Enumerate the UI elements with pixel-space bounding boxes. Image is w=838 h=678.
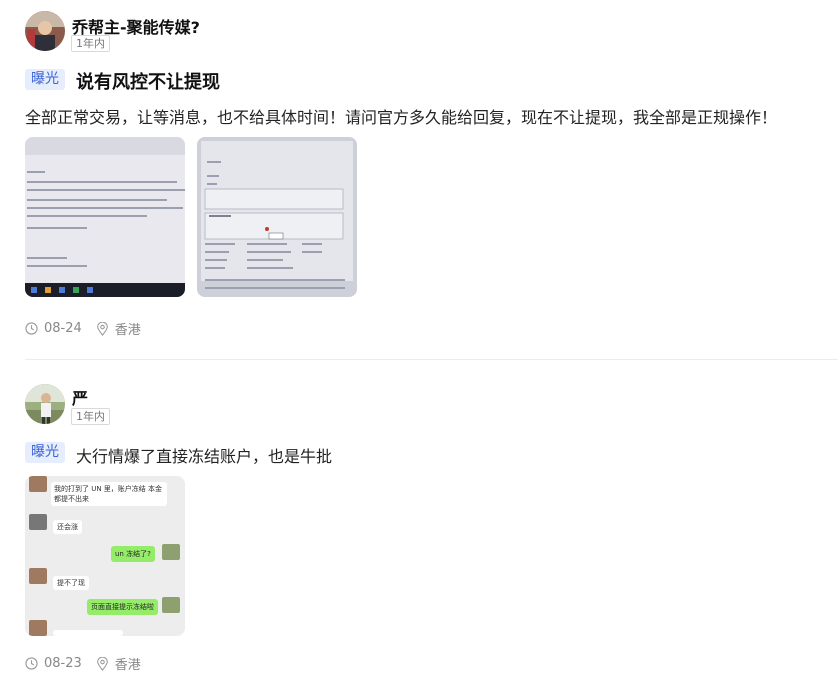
chat-bubble bbox=[53, 630, 123, 636]
clock-icon bbox=[25, 322, 38, 335]
clock-icon bbox=[25, 657, 38, 670]
location-pin-icon bbox=[96, 656, 108, 671]
category-tag[interactable]: 曝光 bbox=[25, 69, 65, 90]
time-badge: 1年内 bbox=[71, 35, 110, 52]
post-card: 乔帮主-聚能传媒? 1年内 曝光 说有风控不让提现 全部正常交易，让等消息，也不… bbox=[0, 0, 838, 360]
post-image[interactable] bbox=[197, 137, 357, 297]
post-date: 08-23 bbox=[25, 656, 82, 671]
date-text: 08-24 bbox=[44, 321, 82, 336]
time-badge: 1年内 bbox=[71, 408, 110, 425]
chat-avatar bbox=[29, 514, 47, 530]
category-tag[interactable]: 曝光 bbox=[25, 442, 65, 463]
chat-avatar bbox=[29, 476, 47, 492]
chat-bubble: 还会涨 bbox=[53, 520, 82, 534]
chat-avatar bbox=[162, 544, 180, 560]
chat-bubble: 页面直接提示冻结啦 bbox=[87, 599, 158, 615]
chat-avatar bbox=[162, 597, 180, 613]
post-meta: 08-24 香港 bbox=[25, 319, 155, 338]
post-meta: 08-23 香港 bbox=[25, 654, 155, 673]
user-avatar[interactable] bbox=[25, 11, 65, 51]
chat-avatar bbox=[29, 568, 47, 584]
post-title[interactable]: 大行情爆了直接冻结账户，也是牛批 bbox=[76, 443, 332, 467]
chat-bubble: un 冻结了? bbox=[111, 546, 155, 562]
chat-avatar bbox=[29, 620, 47, 636]
user-name[interactable]: 严 bbox=[72, 385, 88, 409]
post-image[interactable] bbox=[25, 137, 185, 297]
date-text: 08-23 bbox=[44, 656, 82, 671]
post-content: 全部正常交易，让等消息，也不给具体时间！请问官方多久能给回复，现在不让提现，我全… bbox=[25, 108, 778, 127]
post-location: 香港 bbox=[96, 654, 141, 673]
chat-bubble: 我的打到了 UN 里，账户冻结 本金都提不出来 bbox=[51, 482, 167, 506]
location-pin-icon bbox=[96, 321, 108, 336]
location-text: 香港 bbox=[114, 323, 141, 338]
location-text: 香港 bbox=[114, 658, 141, 673]
user-avatar[interactable] bbox=[25, 384, 65, 424]
post-image[interactable]: 我的打到了 UN 里，账户冻结 本金都提不出来 还会涨 un 冻结了? 提不了现… bbox=[25, 476, 185, 636]
post-card: 严 1年内 曝光 大行情爆了直接冻结账户，也是牛批 我的打到了 UN 里，账户冻… bbox=[0, 360, 838, 678]
post-date: 08-24 bbox=[25, 321, 82, 336]
post-location: 香港 bbox=[96, 319, 141, 338]
post-title[interactable]: 说有风控不让提现 bbox=[76, 68, 220, 94]
chat-bubble: 提不了现 bbox=[53, 576, 89, 590]
